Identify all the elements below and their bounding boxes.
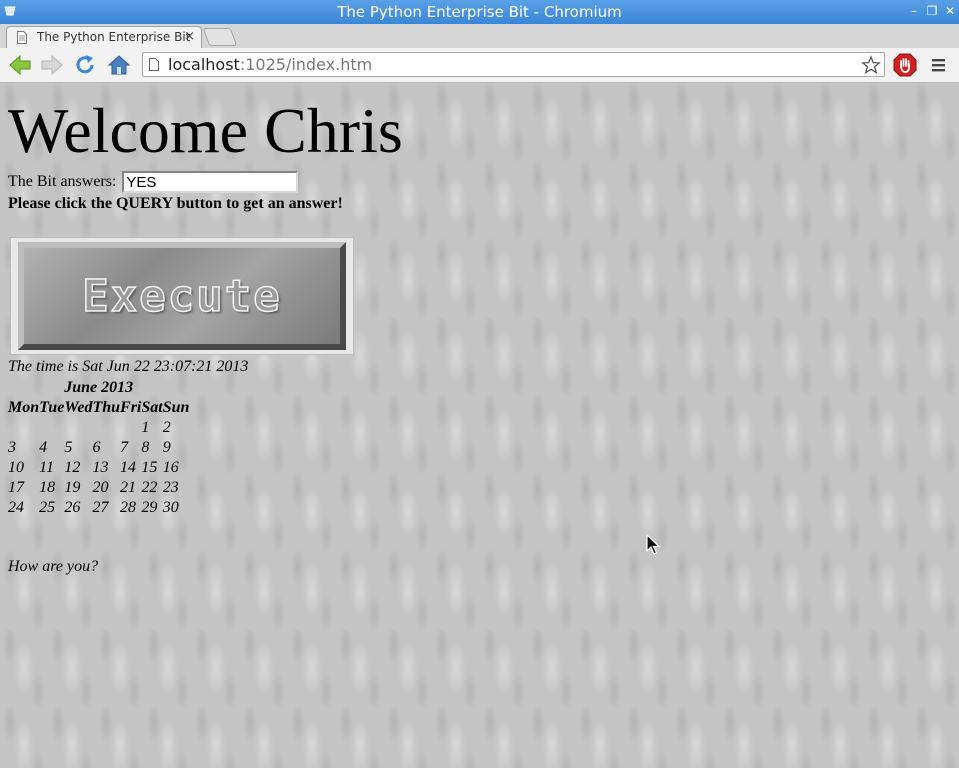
calendar-day: 27 [92, 499, 109, 516]
chromium-app-icon [4, 6, 16, 16]
star-icon[interactable] [861, 55, 881, 75]
calendar-day: 22 [141, 479, 158, 496]
calendar-day: 8 [141, 439, 150, 456]
calendar-day: 29 [141, 499, 158, 516]
instruction-text: Please click the QUERY button to get an … [8, 195, 343, 212]
calendar-day: 11 [39, 459, 54, 476]
calendar-day: 19 [64, 479, 81, 496]
calendar-day: 24 [8, 499, 24, 516]
calendar-day [8, 418, 39, 438]
calendar-header-wed: Wed [64, 399, 93, 416]
execute-button-frame: Execute [10, 237, 354, 355]
calendar-day: 2 [162, 419, 171, 436]
calendar-day: 9 [162, 439, 171, 456]
tab-strip: The Python Enterprise Bit × [0, 24, 959, 49]
adblock-icon[interactable] [893, 53, 917, 77]
calendar-day: 28 [120, 499, 137, 516]
calendar-day: 25 [39, 499, 56, 516]
calendar-day: 15 [141, 459, 158, 476]
calendar-day: 20 [92, 479, 109, 496]
answer-row: The Bit answers: [8, 171, 299, 193]
answer-field[interactable] [122, 171, 299, 193]
calendar-day: 3 [8, 439, 16, 456]
calendar-day: 30 [162, 499, 179, 516]
calendar-header-tue: Tue [39, 399, 65, 416]
calendar-day [92, 418, 120, 438]
calendar-day [64, 418, 92, 438]
mouse-cursor-icon [646, 534, 661, 555]
tab-title: The Python Enterprise Bit [37, 30, 191, 44]
forward-icon[interactable] [40, 53, 64, 77]
calendar-header-row: Mon Tue Wed Thu Fri Sat Sun [8, 398, 189, 418]
new-tab-button[interactable] [202, 28, 238, 46]
calendar-day: 1 [141, 419, 150, 436]
calendar-header-fri: Fri [120, 399, 142, 416]
calendar-day [39, 418, 64, 438]
calendar-week: 17 18 19 20 21 22 23 [8, 478, 189, 498]
calendar-header-thu: Thu [92, 399, 121, 416]
calendar-day: 14 [120, 459, 137, 476]
calendar-day: 21 [120, 479, 137, 496]
calendar-day: 4 [39, 439, 48, 456]
url-text[interactable]: localhost:1025/index.htm [168, 55, 372, 74]
url-host: localhost [168, 55, 240, 74]
calendar-day: 23 [162, 479, 179, 496]
calendar-day: 7 [120, 439, 129, 456]
closing-text: How are you? [8, 558, 99, 575]
browser-toolbar: localhost:1025/index.htm [0, 48, 959, 83]
calendar-day: 17 [8, 479, 24, 496]
calendar-day: 13 [92, 459, 109, 476]
calendar-day: 6 [92, 439, 101, 456]
calendar-caption: June 2013 [64, 379, 134, 396]
page-viewport: Welcome Chris The Bit answers: Please cl… [0, 83, 959, 768]
calendar-day: 26 [64, 499, 81, 516]
time-text: The time is Sat Jun 22 23:07:21 2013 [8, 358, 249, 375]
reload-icon[interactable] [73, 53, 97, 77]
calendar-day: 10 [8, 459, 24, 476]
calendar-week: 1 2 [8, 418, 189, 438]
calendar-week: 24 25 26 27 28 29 30 [8, 498, 189, 518]
window-titlebar: The Python Enterprise Bit - Chromium – ❐… [0, 0, 959, 24]
execute-button[interactable]: Execute [18, 242, 346, 350]
answer-label: The Bit answers: [8, 173, 117, 190]
calendar: June 2013 Mon Tue Wed Thu Fri Sat Sun 1 … [8, 378, 189, 518]
address-bar[interactable]: localhost:1025/index.htm [142, 52, 885, 77]
tab-python-enterprise-bit[interactable]: The Python Enterprise Bit × [6, 26, 202, 48]
calendar-header-sun: Sun [162, 399, 190, 416]
page-icon [17, 31, 27, 44]
window-title: The Python Enterprise Bit - Chromium [337, 3, 622, 21]
calendar-week: 10 11 12 13 14 15 16 [8, 458, 189, 478]
minimize-icon[interactable]: – [907, 4, 921, 18]
calendar-day: 5 [64, 439, 73, 456]
page-heading: Welcome Chris [8, 95, 403, 166]
close-window-icon[interactable]: ✕ [943, 4, 957, 18]
calendar-day: 16 [162, 459, 179, 476]
page-icon [149, 58, 159, 71]
calendar-header-sat: Sat [141, 399, 163, 416]
restore-icon[interactable]: ❐ [925, 4, 939, 18]
calendar-header-mon: Mon [8, 399, 40, 416]
url-path: :1025/index.htm [239, 55, 373, 74]
calendar-day: 18 [39, 479, 56, 496]
calendar-week: 3 4 5 6 7 8 9 [8, 438, 189, 458]
menu-icon[interactable] [927, 53, 951, 77]
home-icon[interactable] [107, 53, 131, 77]
tab-close-icon[interactable]: × [184, 29, 195, 44]
calendar-day: 12 [64, 459, 81, 476]
execute-label: Execute [82, 270, 282, 323]
back-icon[interactable] [8, 53, 32, 77]
calendar-day [120, 418, 141, 438]
